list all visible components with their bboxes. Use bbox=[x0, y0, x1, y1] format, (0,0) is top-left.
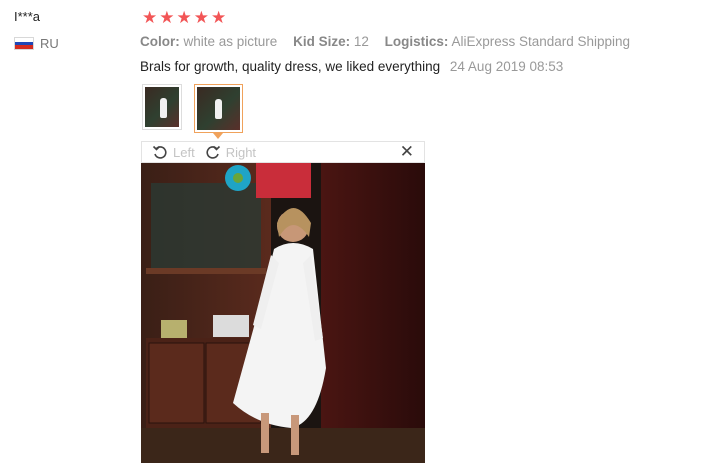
rotate-left-label: Left bbox=[173, 144, 195, 160]
rotate-left-icon bbox=[152, 145, 167, 159]
star-icon: ★ bbox=[211, 8, 227, 27]
review-photo bbox=[141, 163, 425, 463]
reviewer-name: I***a bbox=[14, 9, 41, 24]
review-text: Brals for growth, quality dress, we like… bbox=[140, 59, 441, 74]
attr-size-value: 12 bbox=[353, 34, 369, 49]
close-icon[interactable]: ✕ bbox=[400, 143, 414, 161]
attr-color-key: Color: bbox=[140, 34, 180, 49]
rotate-right-button[interactable]: Right bbox=[205, 144, 256, 160]
russia-flag-icon bbox=[14, 37, 34, 50]
star-icon: ★ bbox=[159, 8, 175, 27]
review-body: Brals for growth, quality dress, we like… bbox=[140, 59, 563, 74]
active-thumbnail-pointer bbox=[213, 133, 223, 139]
order-attributes: Color: white as picture Kid Size: 12 Log… bbox=[140, 34, 642, 49]
attr-color-value: white as picture bbox=[183, 34, 278, 49]
star-icon: ★ bbox=[142, 8, 158, 27]
photo-thumbnails bbox=[142, 84, 243, 133]
image-viewer-toolbar: Left Right ✕ bbox=[141, 141, 425, 163]
star-icon: ★ bbox=[193, 8, 209, 27]
rotate-left-button[interactable]: Left bbox=[152, 144, 195, 160]
attr-size-key: Kid Size: bbox=[293, 34, 351, 49]
star-rating: ★ ★ ★ ★ ★ bbox=[142, 8, 226, 28]
review-photo-image bbox=[141, 163, 425, 463]
reviewer-country: RU bbox=[14, 36, 59, 51]
rotate-right-icon bbox=[206, 145, 220, 159]
photo-thumbnail-1[interactable] bbox=[142, 84, 182, 130]
star-icon: ★ bbox=[176, 8, 192, 27]
rotate-right-label: Right bbox=[225, 144, 257, 160]
attr-logistics-key: Logistics: bbox=[384, 34, 449, 49]
country-code: RU bbox=[40, 36, 59, 51]
photo-thumbnail-2[interactable] bbox=[194, 84, 243, 133]
review-date: 24 Aug 2019 08:53 bbox=[449, 59, 564, 74]
attr-logistics-value: AliExpress Standard Shipping bbox=[451, 34, 631, 49]
